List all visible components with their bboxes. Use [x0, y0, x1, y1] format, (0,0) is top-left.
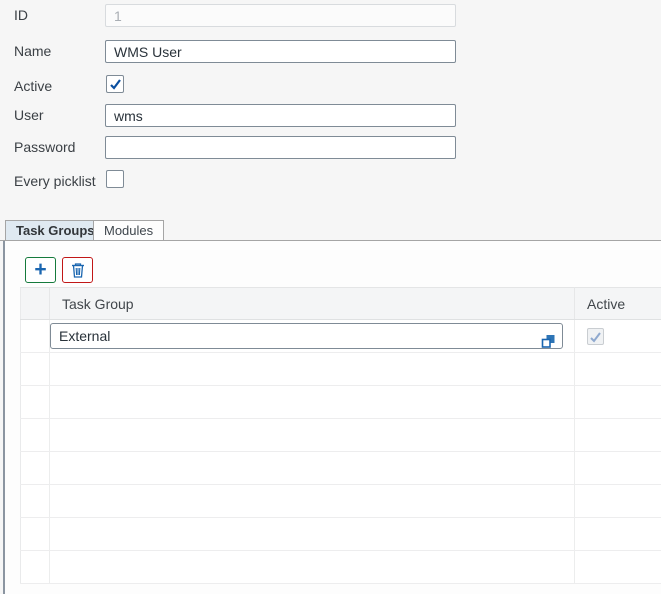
- user-label: User: [14, 104, 44, 127]
- plus-icon: +: [34, 259, 46, 281]
- value-help-icon[interactable]: [541, 334, 556, 349]
- every-picklist-label: Every picklist: [14, 170, 96, 193]
- row-selector-cell[interactable]: [21, 320, 50, 353]
- row-selector-cell[interactable]: [21, 452, 50, 485]
- tab-modules[interactable]: Modules: [93, 220, 164, 241]
- active-label: Active: [14, 75, 52, 98]
- task-groups-table: Task Group Active: [20, 287, 661, 584]
- table-row-empty: [21, 386, 661, 419]
- table-row-empty: [21, 419, 661, 452]
- add-row-button[interactable]: +: [25, 257, 56, 283]
- active-column-header: Active: [575, 288, 661, 320]
- row-selector-cell[interactable]: [21, 485, 50, 518]
- table-row-empty: [21, 485, 661, 518]
- task-group-input[interactable]: [50, 323, 563, 349]
- every-picklist-checkbox[interactable]: [106, 170, 124, 188]
- user-field[interactable]: [105, 104, 456, 127]
- task-group-column-header: Task Group: [50, 288, 575, 320]
- name-field[interactable]: [105, 40, 456, 63]
- name-label: Name: [14, 40, 51, 63]
- password-field[interactable]: [105, 136, 456, 159]
- row-selector-cell[interactable]: [21, 419, 50, 452]
- table-row: [21, 320, 661, 353]
- id-label: ID: [14, 4, 28, 27]
- table-row-empty: [21, 353, 661, 386]
- row-selector-cell[interactable]: [21, 551, 50, 584]
- table-header-row: Task Group Active: [21, 288, 661, 320]
- active-cell: [575, 320, 661, 353]
- checkmark-icon: [589, 331, 602, 344]
- id-field: [105, 4, 456, 27]
- row-selector-cell[interactable]: [21, 353, 50, 386]
- active-row-checkbox: [587, 328, 604, 345]
- task-groups-panel: + Task Group Active: [3, 241, 661, 594]
- active-checkbox[interactable]: [106, 75, 124, 93]
- row-selector-cell[interactable]: [21, 518, 50, 551]
- row-selector-header: [21, 288, 50, 320]
- delete-row-button[interactable]: [62, 257, 93, 283]
- tab-strip: Task Groups Modules: [0, 220, 661, 241]
- tab-task-groups[interactable]: Task Groups: [5, 220, 106, 241]
- table-row-empty: [21, 518, 661, 551]
- task-group-cell: [50, 320, 575, 353]
- password-label: Password: [14, 136, 75, 159]
- trash-icon: [70, 262, 86, 279]
- row-selector-cell[interactable]: [21, 386, 50, 419]
- table-row-empty: [21, 452, 661, 485]
- checkmark-icon: [109, 78, 122, 91]
- table-row-empty: [21, 551, 661, 584]
